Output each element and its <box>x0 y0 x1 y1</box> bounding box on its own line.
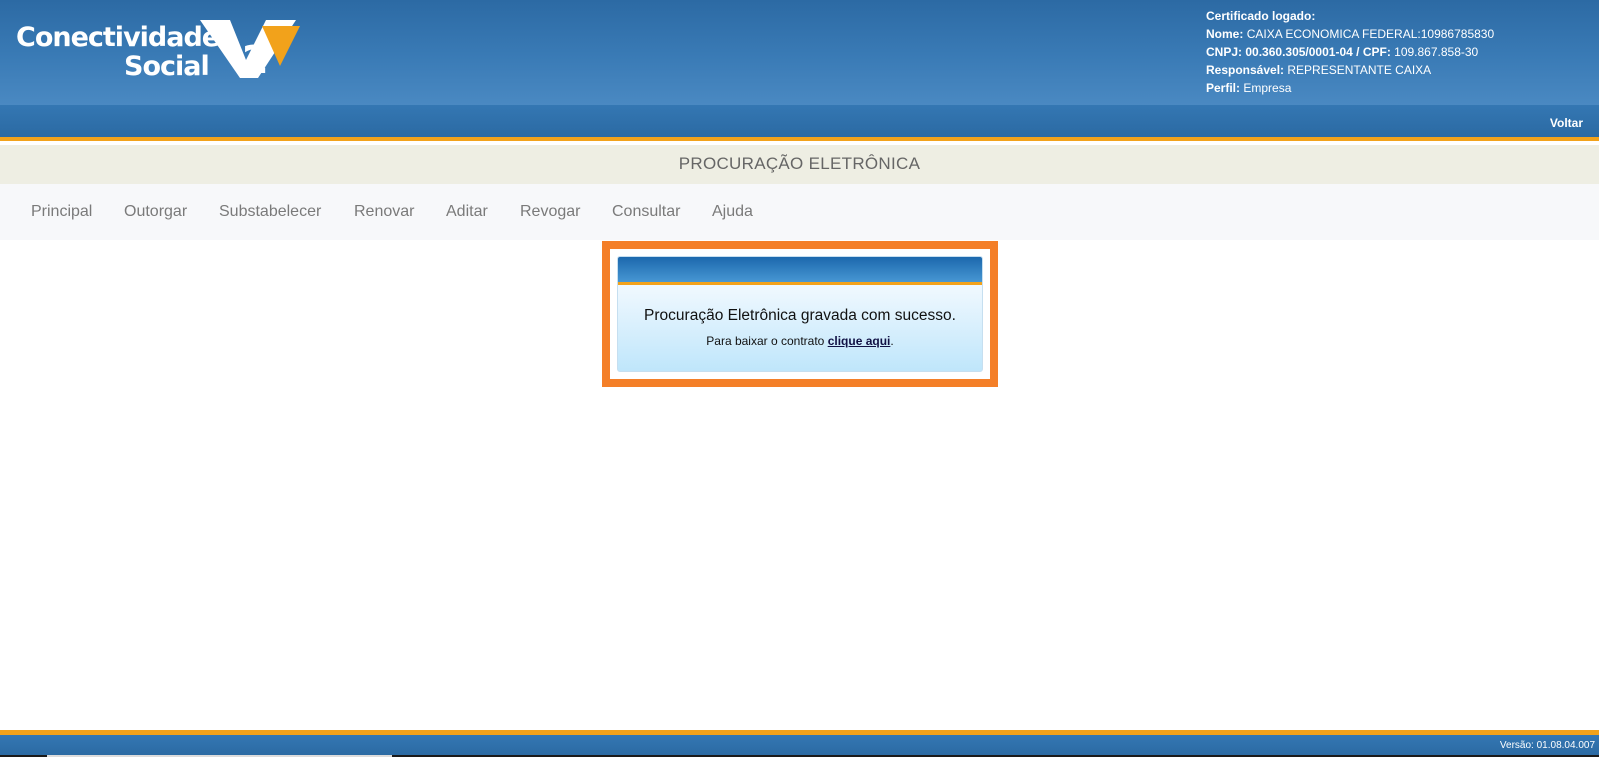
cert-perfil-value: Empresa <box>1243 81 1292 95</box>
menu-item-substabelecer[interactable]: Substabelecer <box>219 203 321 221</box>
logo-text-line1: Conectividade <box>16 22 220 53</box>
cert-nome-label: Nome: <box>1206 27 1244 41</box>
version-label: Versão: 01.08.04.007 <box>1499 740 1595 751</box>
menu-item-renovar[interactable]: Renovar <box>354 203 414 221</box>
cert-heading: Certificado logado: <box>1206 9 1316 23</box>
menu-item-principal[interactable]: Principal <box>31 203 92 221</box>
app-footer: Versão: 01.08.04.007 <box>0 735 1599 755</box>
highlight-frame: Procuração Eletrônica gravada com sucess… <box>602 241 998 387</box>
message-box-header <box>618 257 982 285</box>
cert-cpf-value: 109.867.858-30 <box>1394 45 1479 59</box>
page-title: PROCURAÇÃO ELETRÔNICA <box>0 145 1599 184</box>
conectividade-social-logo: Conectividade Social 2 <box>14 20 304 84</box>
back-link[interactable]: Voltar <box>1550 116 1583 130</box>
cert-perfil-label: Perfil: <box>1206 81 1241 95</box>
top-navbar: Voltar <box>0 105 1599 141</box>
main-menu: Principal Outorgar Substabelecer Renovar… <box>0 184 1599 240</box>
cert-nome-value: CAIXA ECONOMICA FEDERAL:10986785830 <box>1246 27 1495 41</box>
download-prefix: Para baixar o contrato <box>706 334 828 348</box>
menu-item-ajuda[interactable]: Ajuda <box>712 203 753 221</box>
menu-item-aditar[interactable]: Aditar <box>446 203 488 221</box>
success-message: Procuração Eletrônica gravada com sucess… <box>644 307 956 324</box>
logo-text-line2: Social <box>124 51 210 82</box>
cert-responsavel-value: REPRESENTANTE CAIXA <box>1287 63 1432 77</box>
download-instruction: Para baixar o contrato clique aqui. <box>618 334 982 348</box>
cert-cnpj-value: 00.360.305/0001-04 <box>1245 45 1353 59</box>
cert-cpf-label: CPF: <box>1362 45 1391 59</box>
app-header: Conectividade Social 2 Certificado logad… <box>0 0 1599 105</box>
cert-cpf-separator: / <box>1352 45 1363 59</box>
cert-cnpj-label: CNPJ: <box>1206 45 1243 59</box>
menu-item-consultar[interactable]: Consultar <box>612 203 680 221</box>
logo-version-mark: 2 <box>242 38 269 82</box>
cert-responsavel-label: Responsável: <box>1206 63 1285 77</box>
success-message-box: Procuração Eletrônica gravada com sucess… <box>617 256 983 372</box>
download-suffix: . <box>890 334 894 348</box>
logged-certificate-info: Certificado logado: Nome: CAIXA ECONOMIC… <box>1206 7 1494 97</box>
menu-item-revogar[interactable]: Revogar <box>520 203 580 221</box>
menu-item-outorgar[interactable]: Outorgar <box>124 203 187 221</box>
download-contract-link[interactable]: clique aqui <box>828 334 891 348</box>
